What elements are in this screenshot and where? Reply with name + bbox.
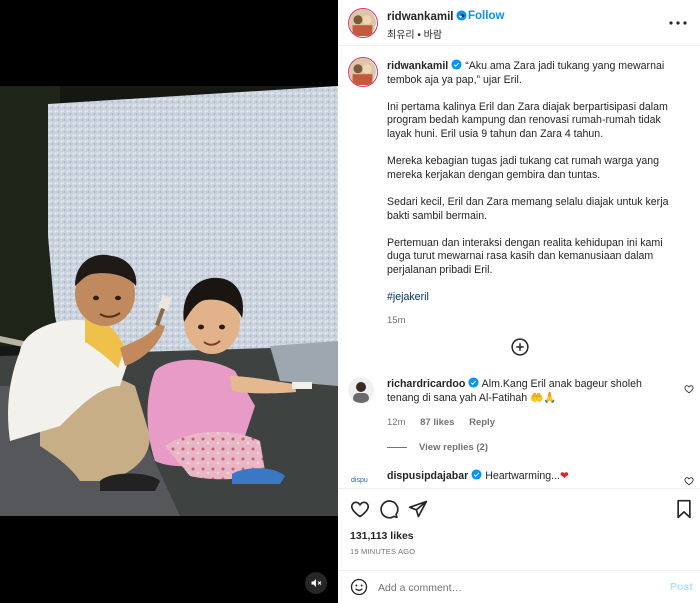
add-circle-icon[interactable]: [511, 338, 529, 356]
save-icon[interactable]: [674, 499, 694, 519]
action-bar: [338, 488, 700, 528]
hashtag-link[interactable]: #jejakeril: [387, 291, 429, 303]
caption-username[interactable]: ridwankamil: [387, 60, 448, 72]
comment-text: dispusipdajabar Heartwarming...❤: [387, 469, 677, 483]
comment-input[interactable]: [378, 578, 658, 597]
author-avatar[interactable]: [348, 8, 378, 38]
caption-author-avatar[interactable]: [348, 57, 378, 87]
comment-like-icon[interactable]: [684, 476, 694, 486]
post-details-panel: ridwankamil • Follow 최유리 • 바람 ridwankami…: [338, 0, 700, 603]
share-icon[interactable]: [408, 499, 428, 519]
comment-time[interactable]: 12m: [387, 417, 405, 428]
verified-icon: [451, 59, 462, 70]
author-username[interactable]: ridwankamil: [387, 10, 468, 23]
caption-timestamp[interactable]: 15m: [387, 314, 687, 328]
commenter-avatar[interactable]: [348, 377, 374, 403]
caption-paragraph: Sedari kecil, Eril dan Zara memang selal…: [387, 195, 669, 222]
mute-icon: [311, 579, 322, 587]
comment-icon[interactable]: [379, 499, 399, 519]
comment-likes[interactable]: 87 likes: [420, 417, 454, 428]
likes-count[interactable]: 131,113 likes: [350, 530, 414, 542]
comment-text: richardricardoo Alm.Kang Eril anak bageu…: [387, 377, 677, 405]
verified-icon: [471, 469, 482, 480]
post-photo[interactable]: [0, 86, 338, 516]
post-header: ridwankamil • Follow 최유리 • 바람: [338, 0, 700, 46]
comment-like-icon[interactable]: [684, 384, 694, 394]
comment-username[interactable]: richardricardoo: [387, 378, 465, 390]
instagram-post-modal: ridwankamil • Follow 최유리 • 바람 ridwankami…: [0, 0, 700, 603]
mute-button[interactable]: [305, 572, 327, 594]
view-replies-button[interactable]: View replies (2): [387, 442, 488, 453]
post-comment-button[interactable]: Post: [670, 581, 693, 593]
divider-line: [387, 447, 407, 448]
post-date[interactable]: 15 MINUTES AGO: [350, 547, 415, 556]
caption-paragraph: Mereka kebagian tugas jadi tukang cat ru…: [387, 155, 660, 181]
comment-form: Post: [338, 570, 700, 603]
verified-icon: [468, 377, 479, 388]
separator-dot: •: [461, 10, 465, 22]
follow-button[interactable]: Follow: [468, 10, 504, 22]
commenter-avatar[interactable]: dispu: [348, 466, 374, 488]
comment-meta: 12m 87 likes Reply: [387, 417, 507, 428]
post-caption: ridwankamil “Aku ama Zara jadi tukang ya…: [387, 59, 687, 328]
caption-paragraph: Ini pertama kalinya Eril dan Zara diajak…: [387, 100, 668, 140]
comment-body: Heartwarming...: [485, 470, 560, 482]
emoji-icon[interactable]: [350, 578, 368, 596]
comments-scroll-area[interactable]: ridwankamil “Aku ama Zara jadi tukang ya…: [338, 46, 700, 488]
more-options-icon[interactable]: [668, 17, 688, 29]
heart-icon[interactable]: [350, 499, 370, 519]
heart-emoji: ❤: [559, 470, 569, 482]
audio-subtitle[interactable]: 최유리 • 바람: [387, 26, 442, 41]
post-media[interactable]: [0, 0, 338, 603]
reply-button[interactable]: Reply: [469, 417, 495, 428]
view-replies-label: View replies (2): [419, 442, 488, 453]
svg-text:dispu: dispu: [351, 477, 368, 484]
comment-username[interactable]: dispusipdajabar: [387, 470, 468, 482]
caption-paragraph: Pertemuan dan interaksi dengan realita k…: [387, 236, 663, 276]
